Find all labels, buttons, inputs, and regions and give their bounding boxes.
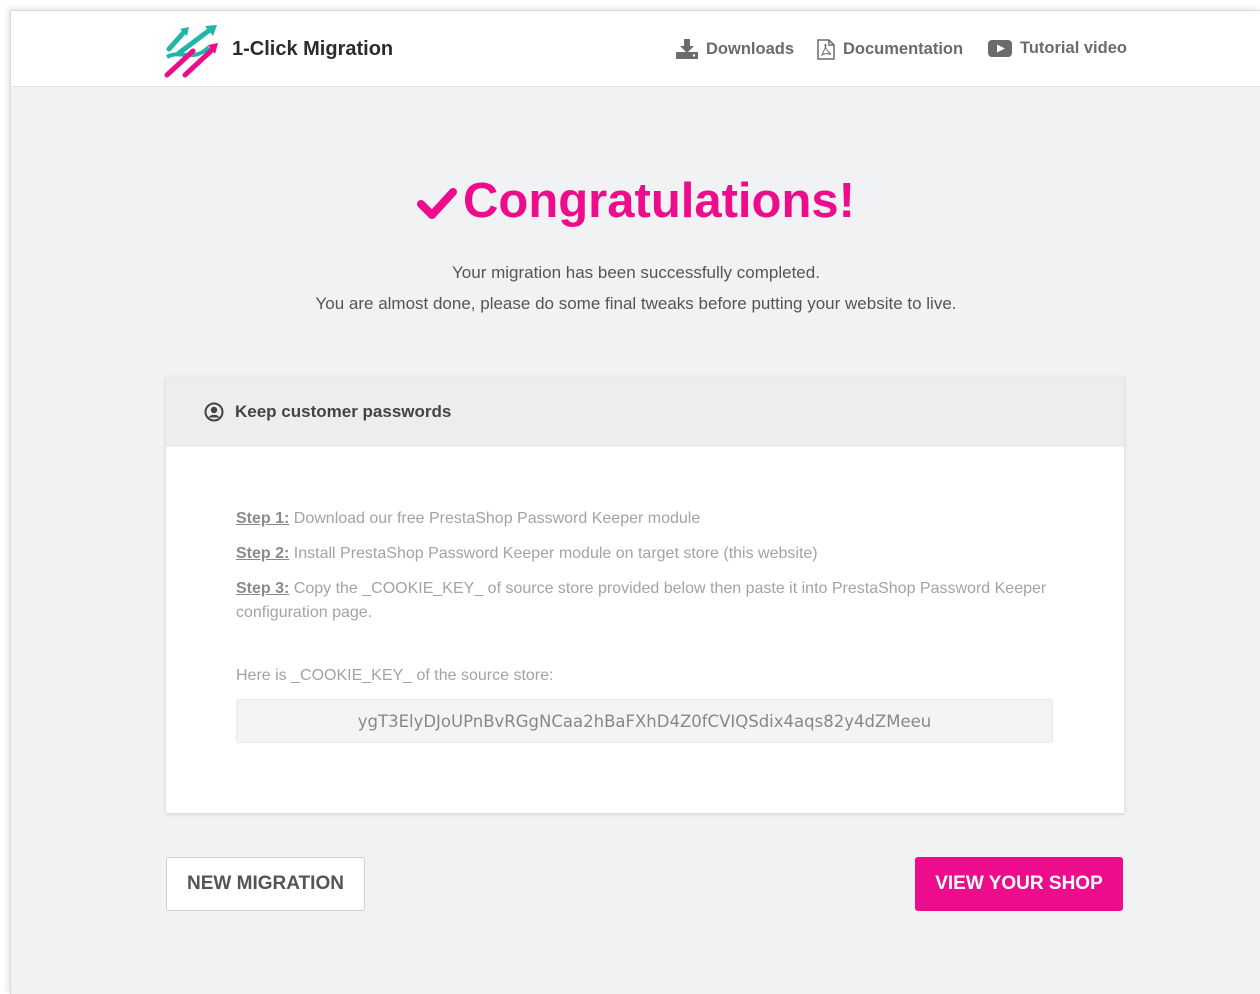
new-migration-button[interactable]: NEW MIGRATION xyxy=(166,857,365,911)
nav-tutorial-video[interactable]: Tutorial video xyxy=(988,39,1127,58)
step-1-label[interactable]: Step 1: xyxy=(236,510,289,527)
nav-documentation[interactable]: Documentation xyxy=(817,39,963,60)
cookie-key-field[interactable]: ygT3ElyDJoUPnBvRGgNCaa2hBaFXhD4Z0fCVIQSd… xyxy=(236,699,1053,743)
step-3: Step 3: Copy the _COOKIE_KEY_ of source … xyxy=(236,577,1056,625)
nav-documentation-label: Documentation xyxy=(843,40,964,58)
nav-downloads-label: Downloads xyxy=(706,39,795,58)
user-circle-icon xyxy=(204,402,224,422)
app-window: 1-Click Migration Downloads Documentatio… xyxy=(10,10,1260,994)
success-heading: Congratulations! xyxy=(11,173,1260,229)
video-play-icon xyxy=(988,40,1012,57)
steps-list: Step 1: Download our free PrestaShop Pas… xyxy=(236,507,1056,636)
step-3-text: Copy the _COOKIE_KEY_ of source store pr… xyxy=(236,580,1047,621)
brand-name: 1-Click Migration xyxy=(232,38,394,60)
step-2: Step 2: Install PrestaShop Password Keep… xyxy=(236,542,1056,566)
nav-tutorial-video-label: Tutorial video xyxy=(1020,39,1127,57)
cookie-key-label: Here is _COOKIE_KEY_ of the source store… xyxy=(236,667,554,684)
top-header: 1-Click Migration Downloads Documentatio… xyxy=(11,11,1260,87)
step-2-label[interactable]: Step 2: xyxy=(236,545,289,562)
success-message: Your migration has been successfully com… xyxy=(452,263,820,282)
view-your-shop-button[interactable]: VIEW YOUR SHOP xyxy=(915,857,1123,911)
step-1-text: Download our free PrestaShop Password Ke… xyxy=(289,510,701,527)
card-title: Keep customer passwords xyxy=(235,402,452,421)
step-2-text: Install PrestaShop Password Keeper modul… xyxy=(289,545,818,562)
success-title: Congratulations! xyxy=(463,174,855,228)
step-1: Step 1: Download our free PrestaShop Pas… xyxy=(236,507,1056,531)
logo-icon[interactable] xyxy=(163,23,223,79)
password-keeper-card: Keep customer passwords Step 1: Download… xyxy=(166,377,1124,813)
final-tweaks-message: You are almost done, please do some fina… xyxy=(315,294,957,313)
checkmark-icon xyxy=(417,188,457,219)
step-3-label[interactable]: Step 3: xyxy=(236,580,289,597)
nav-downloads[interactable]: Downloads xyxy=(676,39,794,59)
pdf-file-icon xyxy=(817,39,835,60)
card-header: Keep customer passwords xyxy=(166,377,1124,447)
download-icon xyxy=(676,39,698,59)
